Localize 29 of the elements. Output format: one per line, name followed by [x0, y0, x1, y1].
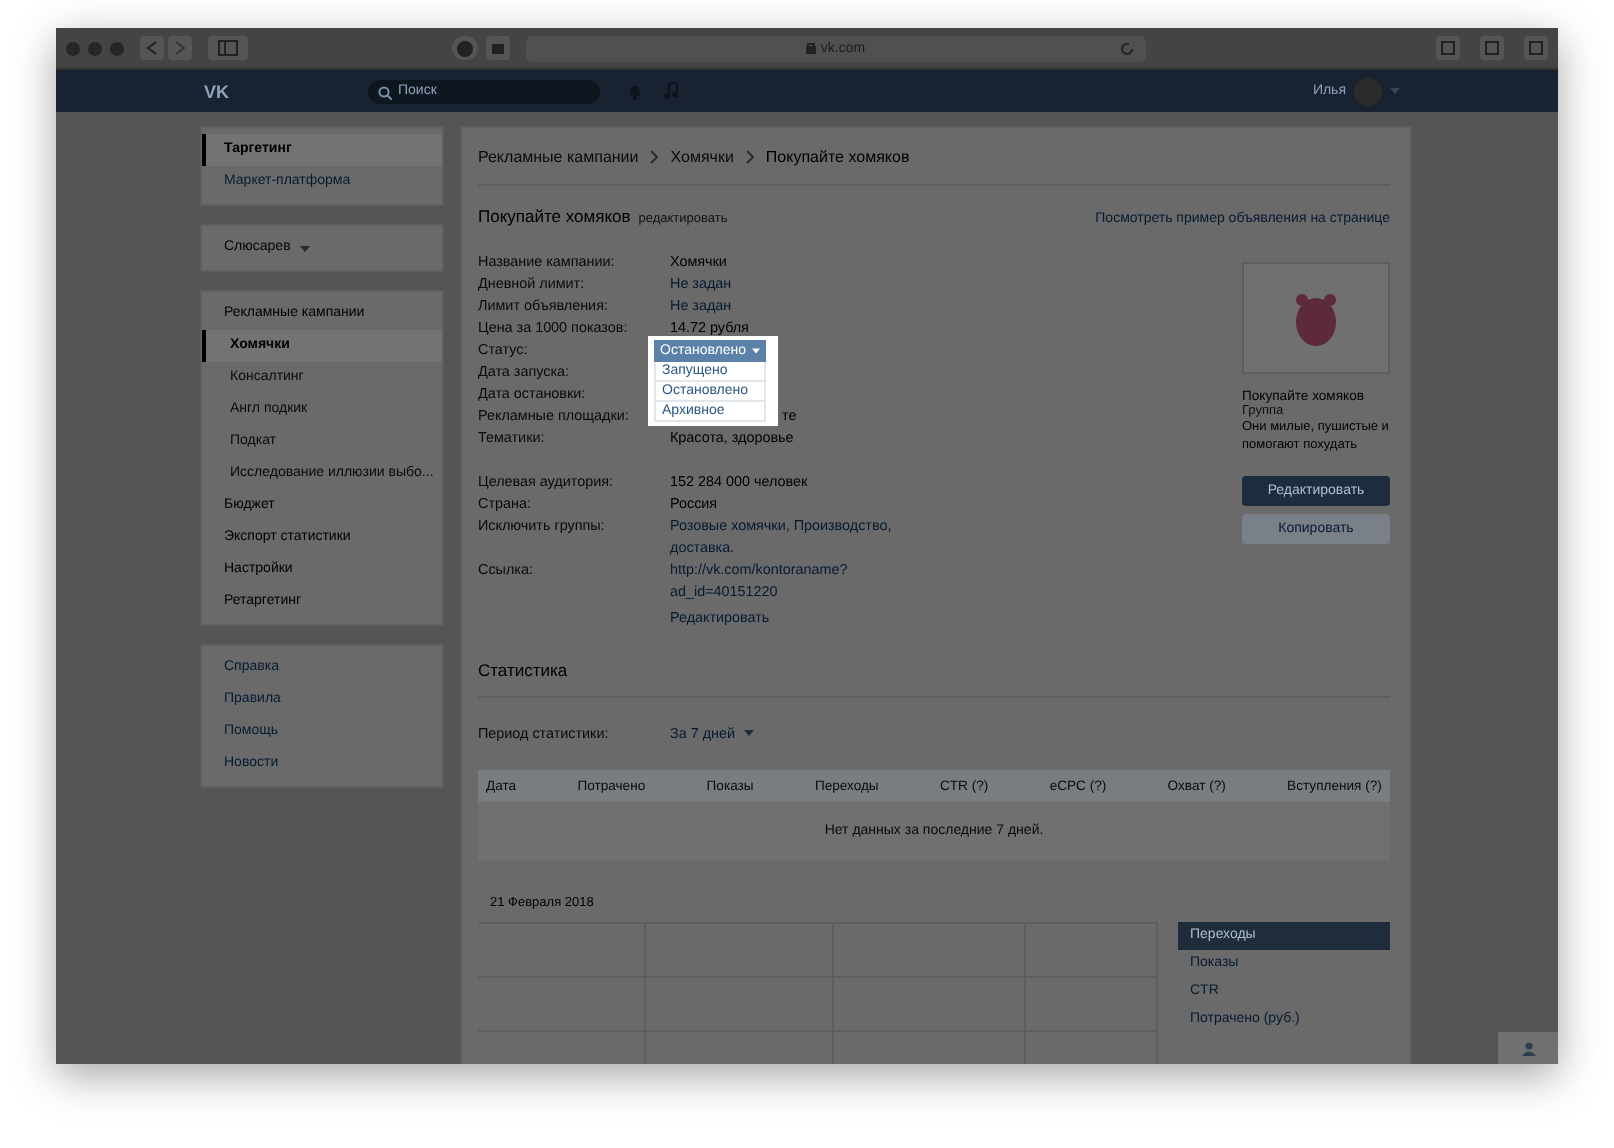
info-button[interactable]	[1436, 36, 1460, 60]
forward-button[interactable]	[168, 36, 192, 60]
sidebar-icon	[218, 40, 238, 56]
chat-widget[interactable]	[1498, 1032, 1558, 1064]
sidebar-toggle-button[interactable]	[208, 36, 248, 60]
caret-icon	[743, 730, 754, 736]
ad-title: Покупайте хомяков	[478, 206, 631, 226]
site-logo[interactable]: VK	[204, 81, 284, 101]
section-title: Статистика	[478, 660, 1390, 698]
breadcrumb-link[interactable]: Рекламные кампании	[478, 147, 639, 165]
tabs-button[interactable]	[1524, 36, 1548, 60]
caret-icon	[1390, 88, 1400, 94]
forward-icon	[174, 40, 186, 56]
caret-icon	[300, 245, 311, 251]
breadcrumb-current: Покупайте хомяков	[765, 147, 910, 165]
extension-button[interactable]	[452, 36, 478, 60]
back-icon	[146, 40, 158, 56]
person-icon	[1521, 1041, 1535, 1055]
caret-icon	[752, 348, 760, 354]
extension-button[interactable]	[486, 36, 510, 60]
share-button[interactable]	[1480, 36, 1504, 60]
breadcrumb-link[interactable]: Хомячки	[670, 147, 734, 165]
search-icon	[378, 85, 392, 99]
chevron-icon	[650, 149, 659, 163]
chevron-icon	[745, 149, 754, 163]
back-button[interactable]	[140, 36, 164, 60]
reload-icon	[1120, 41, 1134, 55]
lock-icon	[806, 42, 817, 54]
hamster-drawing	[1290, 288, 1342, 348]
